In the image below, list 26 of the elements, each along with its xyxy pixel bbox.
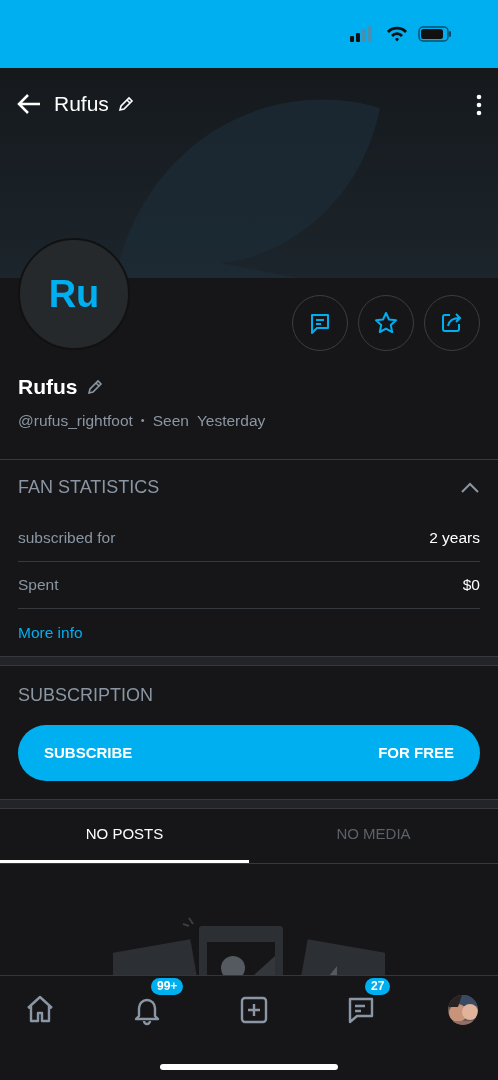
pencil-icon[interactable] [116,94,135,113]
chat-button[interactable]: 27 [341,978,397,1030]
stat-value: $0 [462,575,480,596]
profile-name: Rufus [18,374,78,400]
stat-label: subscribed for [18,528,116,549]
wifi-icon [386,26,408,42]
pencil-icon[interactable] [85,377,104,396]
seen-label: Seen [152,410,189,431]
battery-icon [418,26,452,42]
section-title: FAN STATISTICS [18,475,160,499]
profile-title: Rufus [54,91,109,117]
count-badge: 99+ [151,978,184,996]
section-title: SUBSCRIPTION [18,683,155,707]
stat-value: 2 years [429,528,480,549]
bell-button[interactable]: 99+ [127,978,183,1030]
separator-dot: • [140,412,145,428]
more-info-link[interactable]: More info [18,620,83,644]
subscribe-button[interactable]: SUBSCRIBE FOR FREE [18,724,480,781]
last-seen: Yesterday [196,410,266,431]
count-badge: 27 [365,978,391,996]
username: @rufus_rightfoot [18,410,133,431]
content-tab[interactable]: NO POSTS [0,808,249,863]
profile-avatar: Ru [18,238,130,350]
content-tab[interactable]: NO MEDIA [249,808,498,863]
stat-label: Spent [18,575,59,596]
add-icon [238,994,270,1026]
